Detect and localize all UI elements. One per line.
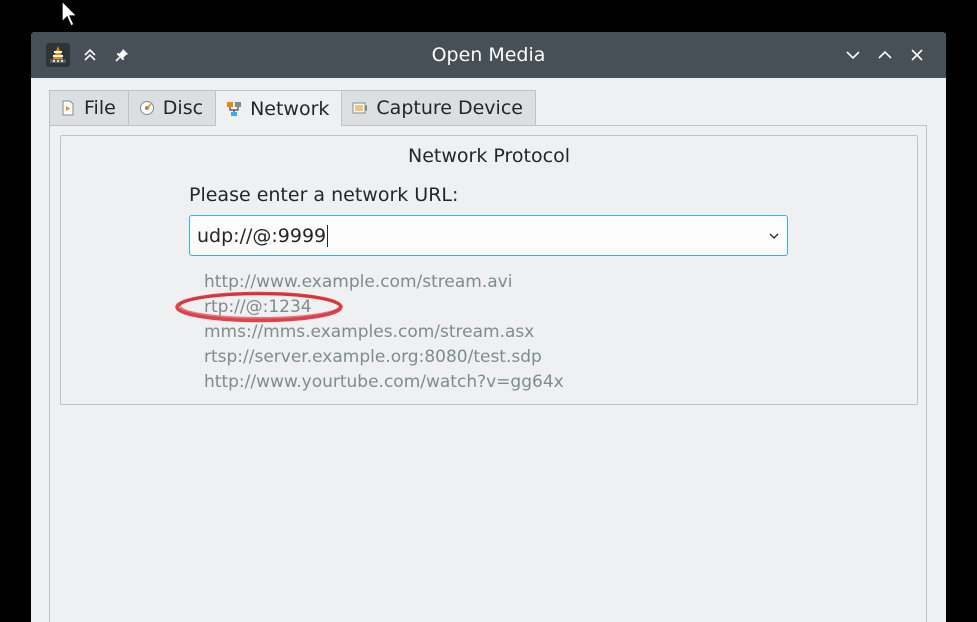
tab-label: File — [84, 97, 116, 119]
capture-device-icon — [352, 100, 368, 116]
url-example: mms://mms.examples.com/stream.asx — [204, 322, 535, 342]
tab-label: Network — [250, 97, 330, 120]
tab-label: Disc — [162, 97, 204, 119]
url-input-text: udp://@:9999 — [197, 224, 327, 247]
tab-bar: File Disc Network Capture Device — [49, 90, 536, 126]
tab-disc[interactable]: Disc — [127, 90, 217, 125]
tab-label: Capture Device — [376, 97, 523, 119]
network-protocol-group: Network Protocol Please enter a network … — [60, 135, 918, 405]
group-title: Network Protocol — [408, 145, 570, 167]
disc-icon — [139, 100, 155, 116]
url-example: rtp://@:1234 — [204, 297, 312, 317]
url-example: rtsp://server.example.org:8080/test.sdp — [204, 347, 542, 367]
file-icon — [60, 100, 76, 116]
tab-capture-device[interactable]: Capture Device — [341, 90, 536, 125]
url-example: http://www.yourtube.com/watch?v=gg64x — [204, 372, 564, 392]
window-title: Open Media — [431, 44, 546, 66]
chevron-down-icon[interactable] — [761, 216, 787, 255]
titlebar: Open Media — [31, 32, 946, 78]
text-caret — [327, 224, 329, 247]
network-tab-panel: Network Protocol Please enter a network … — [49, 125, 927, 622]
network-icon — [226, 101, 242, 117]
tab-network[interactable]: Network — [215, 90, 343, 126]
url-input[interactable]: udp://@:9999 — [190, 224, 761, 247]
maximize-icon[interactable] — [873, 43, 897, 67]
tab-file[interactable]: File — [49, 90, 129, 125]
open-media-window: Open Media File Disc Network Capture Dev… — [31, 32, 946, 622]
url-examples-list: http://www.example.com/stream.avi rtp://… — [204, 270, 564, 395]
url-label: Please enter a network URL: — [189, 184, 459, 206]
close-icon[interactable] — [905, 43, 929, 67]
mouse-cursor-icon — [60, 0, 82, 28]
dialog-content: File Disc Network Capture Device Network… — [49, 90, 927, 622]
url-example: http://www.example.com/stream.avi — [204, 272, 513, 292]
minimize-icon[interactable] — [841, 43, 865, 67]
url-combobox[interactable]: udp://@:9999 — [189, 215, 788, 256]
